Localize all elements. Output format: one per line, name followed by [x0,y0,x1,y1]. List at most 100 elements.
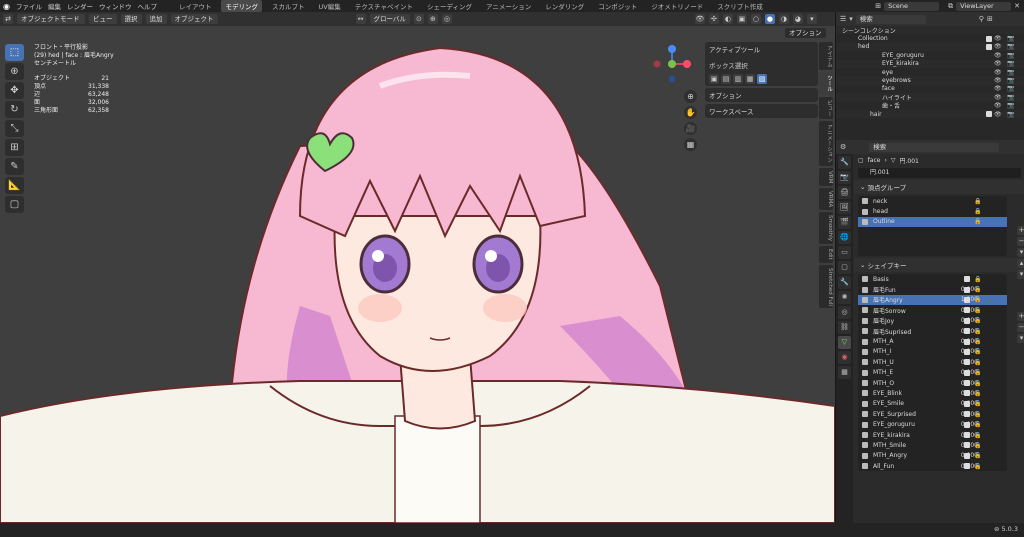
shape-key-mute-checkbox[interactable] [964,286,970,293]
solid-shading-icon[interactable]: ● [764,14,775,24]
select-extend-icon[interactable]: ▤ [721,74,731,84]
pan-hand-icon[interactable]: ✋ [684,106,697,119]
lock-icon[interactable]: 🔒 [974,348,981,355]
rotate-tool-icon[interactable]: ↻ [5,101,24,118]
lock-icon[interactable]: 🔒 [974,463,981,470]
transform-tool-icon[interactable]: ⊞ [5,139,24,156]
add-vertex-group-button[interactable]: + [1017,226,1024,235]
outliner-row[interactable]: hair 👁 📷 [836,109,1024,119]
tab-vrma[interactable]: VRMA [819,187,833,210]
pivot-icon[interactable]: ⊙ [413,14,424,24]
properties-editor-icon[interactable]: ⚙ [840,143,846,151]
shape-key-mute-checkbox[interactable] [964,400,970,407]
lock-icon[interactable]: 🔒 [974,369,981,376]
select-invert-icon[interactable]: ▦ [745,74,755,84]
tab-item[interactable]: アイテム [819,42,833,70]
shape-keys-panel-header[interactable]: ⌄ シェイプキー [854,258,1024,272]
outliner-row[interactable]: eyebrows 👁 📷 [836,76,1024,85]
options-section[interactable]: オプション [705,88,818,102]
shape-key-value[interactable]: 1.000 [938,296,978,303]
shape-key-row[interactable]: 眉毛Sorrow 0.000🔒 [858,305,1007,315]
select-intersect-icon[interactable]: ▧ [757,74,767,84]
object-tab-icon[interactable]: ▢ [838,261,851,274]
wireframe-shading-icon[interactable]: ○ [750,14,761,24]
vertex-group-specials-button[interactable]: ▾ [1017,248,1024,257]
scene-icon[interactable]: ⊞ [875,2,881,10]
lock-icon[interactable]: 🔒 [974,276,981,283]
shape-key-value[interactable]: 0.000 [938,317,978,324]
camera-view-icon[interactable]: 🎥 [684,122,697,135]
material-shading-icon[interactable]: ◑ [778,14,789,24]
blender-logo-icon[interactable]: ◉ [3,2,10,11]
workspace-section[interactable]: ワークスペース [705,104,818,118]
tab-geometry-nodes[interactable]: ジオメトリノード [647,0,707,12]
snap-icon[interactable]: ⊕ [427,14,438,24]
editor-type-icon[interactable]: ⇄ [3,14,13,24]
shape-key-value[interactable]: 0.000 [938,400,978,407]
remove-shape-key-button[interactable]: − [1017,323,1024,332]
lock-icon[interactable]: 🔒 [974,286,981,293]
menu-select[interactable]: 選択 [120,14,142,24]
shape-key-row[interactable]: MTH_I 0.000🔒 [858,347,1007,357]
shape-key-row[interactable]: Basis 🔒 [858,274,1007,284]
lock-icon[interactable]: 🔒 [974,359,981,366]
filter-icon[interactable]: ⚲ [979,15,984,23]
outliner-row[interactable]: ハイライト 👁 📷 [836,93,1024,102]
shape-key-value[interactable]: 0.000 [938,338,978,345]
physics-tab-icon[interactable]: ◎ [838,306,851,319]
outliner-row[interactable]: EYE_kirakira 👁 📷 [836,59,1024,68]
shape-key-row[interactable]: MTH_Smile 0.000🔒 [858,440,1007,450]
shape-key-value[interactable]: 0.000 [938,432,978,439]
select-box-tool-icon[interactable]: ⬚ [5,44,24,61]
lock-icon[interactable]: 🔒 [974,432,981,439]
overlay-icon[interactable]: ◐ [722,14,733,24]
shape-key-mute-checkbox[interactable] [964,421,970,428]
menu-window[interactable]: ウィンドウ [99,1,132,11]
xray-icon[interactable]: ▣ [736,14,747,24]
tab-smoothly[interactable]: Smoothly [819,211,833,244]
tool-tab-icon[interactable]: 🔧 [838,156,851,169]
lock-icon[interactable]: 🔒 [974,328,981,335]
render-tab-icon[interactable]: 📷 [838,171,851,184]
3d-viewport[interactable]: ⬚ ⊕ ✥ ↻ ⤡ ⊞ ✎ 📐 ▢ フロント・平行投影 (29) hed | f… [0,26,835,523]
shape-key-mute-checkbox[interactable] [964,359,970,366]
lock-icon[interactable]: 🔒 [974,452,981,459]
shape-key-row[interactable]: 眉毛Fun 0.000🔒 [858,284,1007,294]
shape-key-value[interactable]: 0.000 [938,452,978,459]
tab-vrm[interactable]: VRM [819,167,833,186]
tab-scripting[interactable]: スクリプト作成 [713,0,767,12]
move-up-button[interactable]: ▴ [1017,259,1024,268]
mode-selector[interactable]: オブジェクトモード [17,14,85,24]
new-collection-icon[interactable]: ⊞ [987,15,993,23]
shading-options-icon[interactable]: ▾ [806,14,817,24]
lock-icon[interactable]: 🔒 [974,296,981,303]
menu-object[interactable]: オブジェクト [170,14,218,24]
lock-icon[interactable]: 🔒 [974,390,981,397]
shape-key-value[interactable]: 0.000 [938,390,978,397]
tab-rendering[interactable]: レンダリング [541,0,588,12]
shape-key-row[interactable]: 眉毛Suprised 0.000🔒 [858,326,1007,336]
outliner-editor-icon[interactable]: ☰ [840,15,846,23]
lock-icon[interactable]: 🔒 [974,442,981,449]
tab-view[interactable]: ビュー [819,96,833,119]
list-item[interactable]: neck 🔒 [858,196,1007,206]
shape-key-row[interactable]: EYE_Surprised 0.000🔒 [858,409,1007,419]
tab-shading[interactable]: シェーディング [423,0,476,12]
shape-key-row[interactable]: All_Fun 0.000🔒 [858,461,1007,471]
outliner-row[interactable]: eye 👁 📷 [836,68,1024,76]
shape-key-mute-checkbox[interactable] [964,369,970,376]
menu-add[interactable]: 追加 [145,14,167,24]
tab-edit[interactable]: Edit [819,245,833,263]
constraints-tab-icon[interactable]: ⛓ [838,321,851,334]
material-tab-icon[interactable]: ◉ [838,351,851,364]
transform-orientation-icon[interactable]: ↔ [355,14,366,24]
move-down-button[interactable]: ▾ [1017,270,1024,279]
tab-tool[interactable]: ツール [819,72,833,95]
menu-file[interactable]: ファイル [16,1,42,11]
shape-key-mute-checkbox[interactable] [964,411,970,418]
shape-key-mute-checkbox[interactable] [964,338,970,345]
shape-key-value[interactable]: 0.000 [938,348,978,355]
mesh-name-field[interactable]: 円.001 [858,168,1021,178]
add-shape-key-button[interactable]: + [1017,312,1024,321]
tab-animation[interactable]: アニメーション [819,121,833,166]
